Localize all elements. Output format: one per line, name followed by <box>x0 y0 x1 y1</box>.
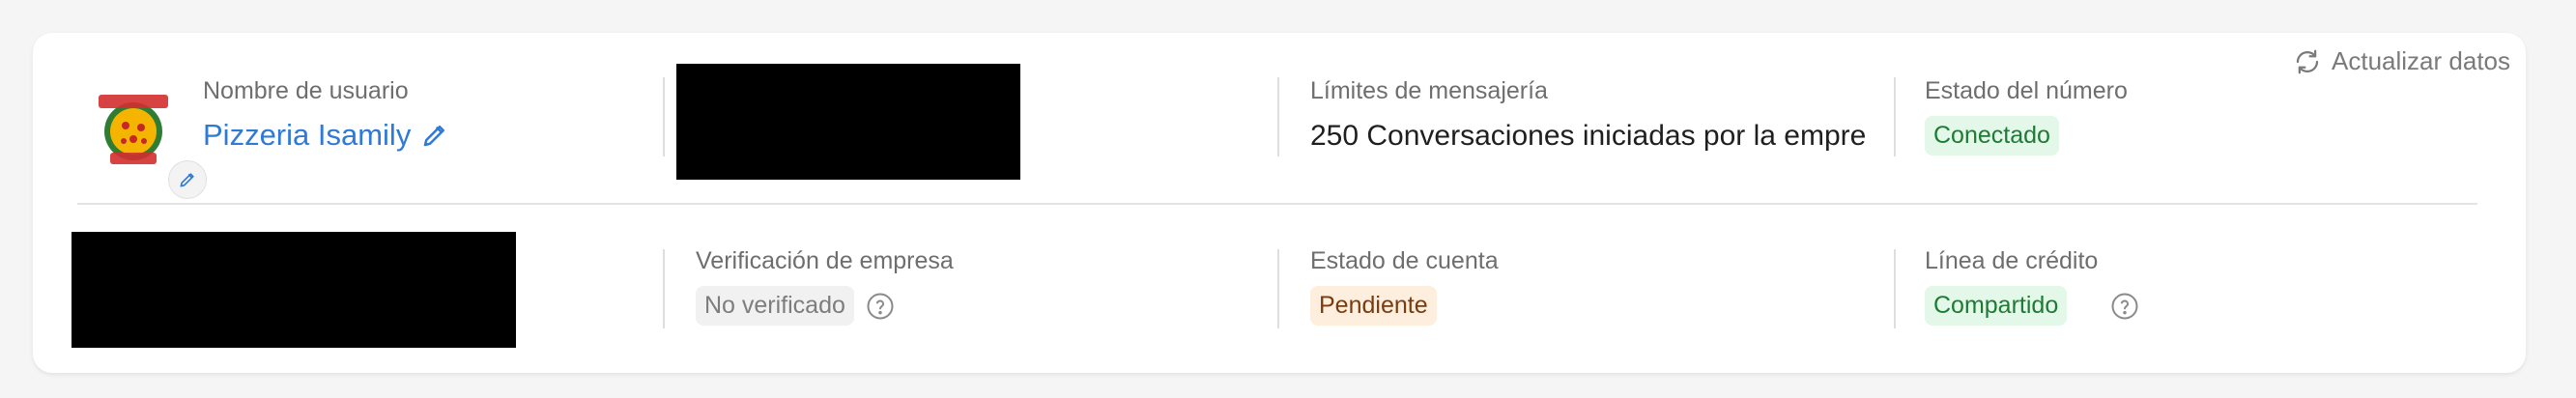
account-status-label: Estado de cuenta <box>1310 247 1499 274</box>
profile-avatar <box>99 95 168 164</box>
pencil-icon[interactable] <box>420 121 449 150</box>
username-link[interactable]: Pizzeria Isamily <box>203 118 411 153</box>
redacted-block <box>676 64 1020 180</box>
username-label: Nombre de usuario <box>203 77 409 104</box>
column-divider <box>1894 77 1896 156</box>
account-status-badge: Pendiente <box>1310 286 1437 326</box>
redacted-block <box>72 232 516 348</box>
column-divider <box>1277 77 1279 156</box>
column-divider <box>663 77 665 156</box>
column-divider <box>1277 249 1279 328</box>
number-status-label: Estado del número <box>1925 77 2128 104</box>
help-circle-icon[interactable] <box>866 292 895 321</box>
help-circle-icon[interactable] <box>2110 292 2139 321</box>
messaging-limits-label: Límites de mensajería <box>1310 77 1548 104</box>
credit-line-label: Línea de crédito <box>1925 247 2099 274</box>
refresh-data-label: Actualizar datos <box>2332 46 2510 75</box>
business-verification-badge: No verificado <box>696 286 854 326</box>
refresh-data-button[interactable]: Actualizar datos <box>2293 46 2510 76</box>
credit-line-badge: Compartido <box>1925 286 2068 326</box>
number-status-badge: Conectado <box>1925 116 2059 156</box>
row-divider <box>77 203 2477 205</box>
messaging-limits-value: 250 Conversaciones iniciadas por la empr… <box>1310 120 1867 152</box>
avatar-edit-button[interactable] <box>168 160 207 199</box>
refresh-icon <box>2296 49 2319 73</box>
business-verification-label: Verificación de empresa <box>696 247 954 274</box>
pencil-icon <box>180 173 194 187</box>
whatsapp-account-card: Actualizar datos Nombre de usuario Pizze… <box>33 33 2526 373</box>
username-row: Pizzeria Isamily <box>203 118 449 153</box>
column-divider <box>663 249 665 328</box>
column-divider <box>1894 249 1896 328</box>
